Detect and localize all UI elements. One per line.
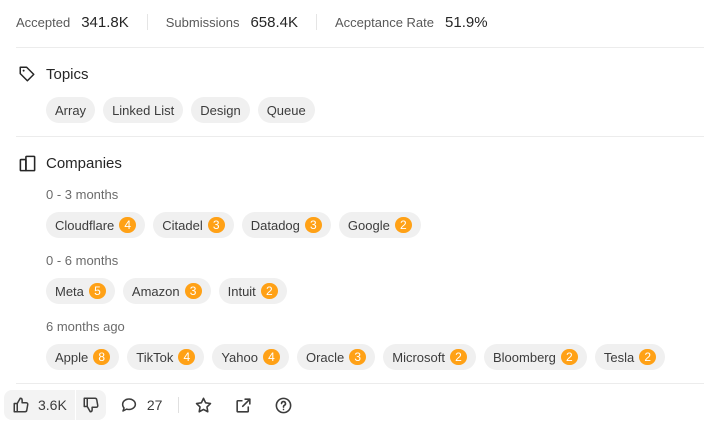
count-badge: 4 xyxy=(178,349,196,365)
acceptance-rate-value: 51.9% xyxy=(445,13,488,31)
company-group-label: 0 - 6 months xyxy=(46,253,119,268)
stat-divider xyxy=(316,14,317,30)
comments-button[interactable]: 27 xyxy=(120,396,163,414)
topics-header[interactable]: Topics xyxy=(17,63,89,85)
companies-header[interactable]: Companies xyxy=(17,152,122,174)
accepted-value: 341.8K xyxy=(81,13,129,31)
divider xyxy=(16,383,704,384)
share-button[interactable] xyxy=(233,395,253,415)
tag-icon xyxy=(17,64,37,84)
stats-bar: Accepted 341.8K Submissions 658.4K Accep… xyxy=(16,12,488,32)
company-chip-microsoft[interactable]: Microsoft 2 xyxy=(383,344,476,370)
topic-chip-queue[interactable]: Queue xyxy=(257,97,315,123)
accepted-label: Accepted xyxy=(16,14,71,30)
topic-chip-design[interactable]: Design xyxy=(191,97,250,123)
company-chip-tesla[interactable]: Tesla 2 xyxy=(594,344,666,370)
action-bar: 3.6K 27 xyxy=(0,389,705,421)
count-badge: 2 xyxy=(394,217,412,233)
action-divider xyxy=(178,397,180,413)
company-group-label: 0 - 3 months xyxy=(46,187,119,202)
company-chip-yahoo[interactable]: Yahoo 4 xyxy=(212,344,289,370)
company-chip-oracle[interactable]: Oracle 3 xyxy=(296,344,376,370)
company-list-6-months-ago: Apple 8 TikTok 4 Yahoo 4 Oracle 3 Microsoft 2… xyxy=(46,344,673,370)
count-badge: 3 xyxy=(207,217,225,233)
help-button[interactable] xyxy=(273,395,293,415)
submissions-label: Submissions xyxy=(165,14,240,30)
like-count: 3.6K xyxy=(38,397,67,413)
topics-list: Array Linked List Design Queue xyxy=(46,97,323,123)
topic-chip-linked-list[interactable]: Linked List xyxy=(103,97,184,123)
question-circle-icon xyxy=(274,396,293,415)
thumbs-up-icon xyxy=(12,396,30,414)
count-badge: 5 xyxy=(88,283,106,299)
external-link-icon xyxy=(234,396,253,415)
count-badge: 3 xyxy=(184,283,202,299)
company-chip-apple[interactable]: Apple 8 xyxy=(46,344,120,370)
topic-chip-array[interactable]: Array xyxy=(46,97,96,123)
company-chip-datadog[interactable]: Datadog 3 xyxy=(241,212,331,238)
building-icon xyxy=(17,153,37,173)
count-badge: 2 xyxy=(639,349,657,365)
company-chip-citadel[interactable]: Citadel 3 xyxy=(153,212,234,238)
comment-icon xyxy=(120,396,138,414)
like-button[interactable]: 3.6K xyxy=(4,390,75,420)
comment-count: 27 xyxy=(146,397,163,413)
companies-title: Companies xyxy=(46,154,122,172)
company-chip-tiktok[interactable]: TikTok 4 xyxy=(127,344,205,370)
submissions-value: 658.4K xyxy=(250,13,298,31)
company-list-0-3-months: Cloudflare 4 Citadel 3 Datadog 3 Google 2 xyxy=(46,212,429,238)
stat-divider xyxy=(146,14,148,30)
count-badge: 2 xyxy=(450,349,467,365)
star-icon xyxy=(194,396,213,415)
acceptance-rate-label: Acceptance Rate xyxy=(335,14,435,30)
company-chip-bloomberg[interactable]: Bloomberg 2 xyxy=(484,344,587,370)
dislike-button[interactable] xyxy=(76,390,106,420)
company-group-label: 6 months ago xyxy=(46,319,125,334)
topics-title: Topics xyxy=(46,65,89,83)
company-list-0-6-months: Meta 5 Amazon 3 Intuit 2 xyxy=(46,278,295,304)
vote-group: 3.6K xyxy=(4,390,106,420)
count-badge: 3 xyxy=(349,349,367,365)
count-badge: 4 xyxy=(119,217,137,233)
company-chip-meta[interactable]: Meta 5 xyxy=(46,278,115,304)
count-badge: 3 xyxy=(304,217,322,233)
divider xyxy=(16,47,704,48)
company-chip-google[interactable]: Google 2 xyxy=(338,212,421,238)
company-chip-intuit[interactable]: Intuit 2 xyxy=(218,278,287,304)
count-badge: 4 xyxy=(262,349,280,365)
count-badge: 8 xyxy=(93,349,111,365)
company-chip-amazon[interactable]: Amazon 3 xyxy=(122,278,211,304)
company-chip-cloudflare[interactable]: Cloudflare 4 xyxy=(46,212,146,238)
divider xyxy=(16,136,704,137)
thumbs-down-icon xyxy=(82,396,100,414)
favorite-button[interactable] xyxy=(193,395,213,415)
count-badge: 2 xyxy=(260,283,278,299)
count-badge: 2 xyxy=(560,349,578,365)
